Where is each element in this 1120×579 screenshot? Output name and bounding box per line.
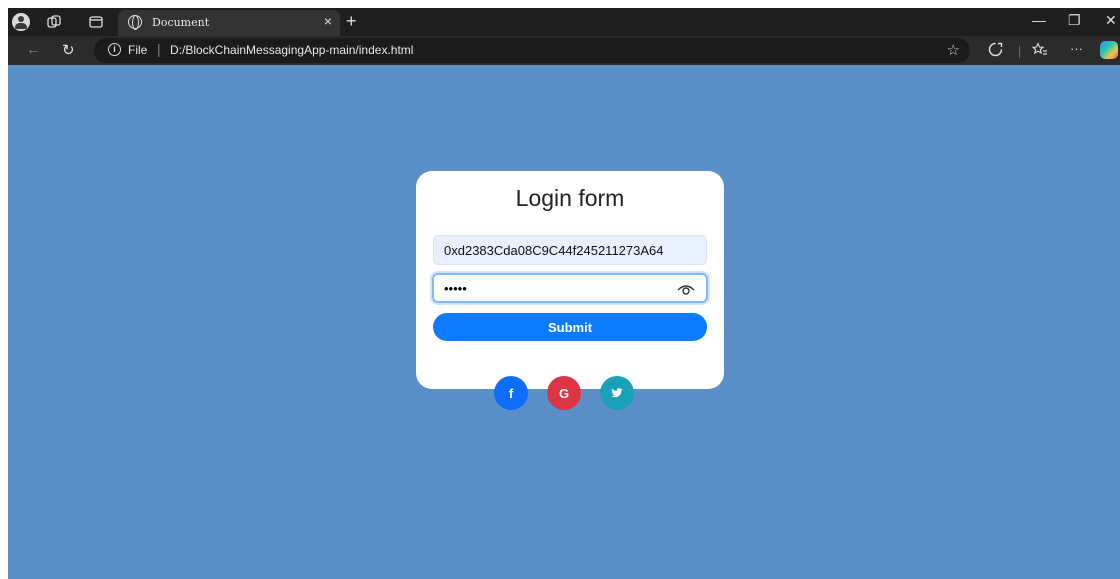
new-tab-button[interactable]: + xyxy=(346,11,357,32)
address-separator: | xyxy=(157,41,161,57)
password-input[interactable] xyxy=(434,275,664,301)
profile-icon[interactable] xyxy=(12,13,30,31)
tab-document[interactable]: Document × xyxy=(118,10,340,36)
tab-title: Document xyxy=(152,16,210,29)
twitter-icon[interactable] xyxy=(600,376,634,410)
submit-button[interactable]: Submit xyxy=(433,313,707,341)
info-icon[interactable]: i xyxy=(108,43,121,56)
scheme-label: File xyxy=(128,43,148,57)
globe-icon xyxy=(128,15,142,30)
favorites-icon[interactable] xyxy=(1031,42,1048,61)
eye-icon[interactable] xyxy=(676,280,696,296)
back-button[interactable]: ← xyxy=(26,41,41,58)
password-field[interactable] xyxy=(432,273,708,303)
tab-actions-icon[interactable] xyxy=(86,12,106,32)
facebook-icon[interactable]: f xyxy=(494,376,528,410)
login-card: Login form Submit xyxy=(416,171,724,389)
browser-toolbar: ← ↻ i File | D:/BlockChainMessagingApp-m… xyxy=(8,36,1120,65)
close-window-button[interactable]: ✕ xyxy=(1105,12,1117,29)
restore-button[interactable]: ❐ xyxy=(1068,12,1081,29)
refresh-button[interactable]: ↻ xyxy=(62,41,75,59)
star-icon[interactable]: ☆ xyxy=(947,41,960,59)
toolbar-divider xyxy=(1019,46,1020,58)
extensions-icon[interactable] xyxy=(988,42,1003,61)
wallet-address-input[interactable] xyxy=(433,235,707,265)
browser-window: Document × + — ❐ ✕ ← ↻ i File | D:/Block… xyxy=(8,8,1120,579)
more-options-button[interactable]: ··· xyxy=(1070,41,1083,56)
tab-strip: Document × + — ❐ ✕ xyxy=(8,8,1120,36)
tab-close-button[interactable]: × xyxy=(324,13,332,29)
copilot-icon[interactable] xyxy=(1100,41,1118,59)
login-title: Login form xyxy=(515,185,625,211)
workspaces-icon[interactable] xyxy=(44,12,64,32)
google-icon[interactable]: G xyxy=(547,376,581,410)
address-bar[interactable]: i File | D:/BlockChainMessagingApp-main/… xyxy=(94,38,970,63)
minimize-button[interactable]: — xyxy=(1032,12,1046,28)
url-text[interactable]: D:/BlockChainMessagingApp-main/index.htm… xyxy=(170,43,413,57)
page-content: Login form Submit f G xyxy=(8,65,1120,579)
